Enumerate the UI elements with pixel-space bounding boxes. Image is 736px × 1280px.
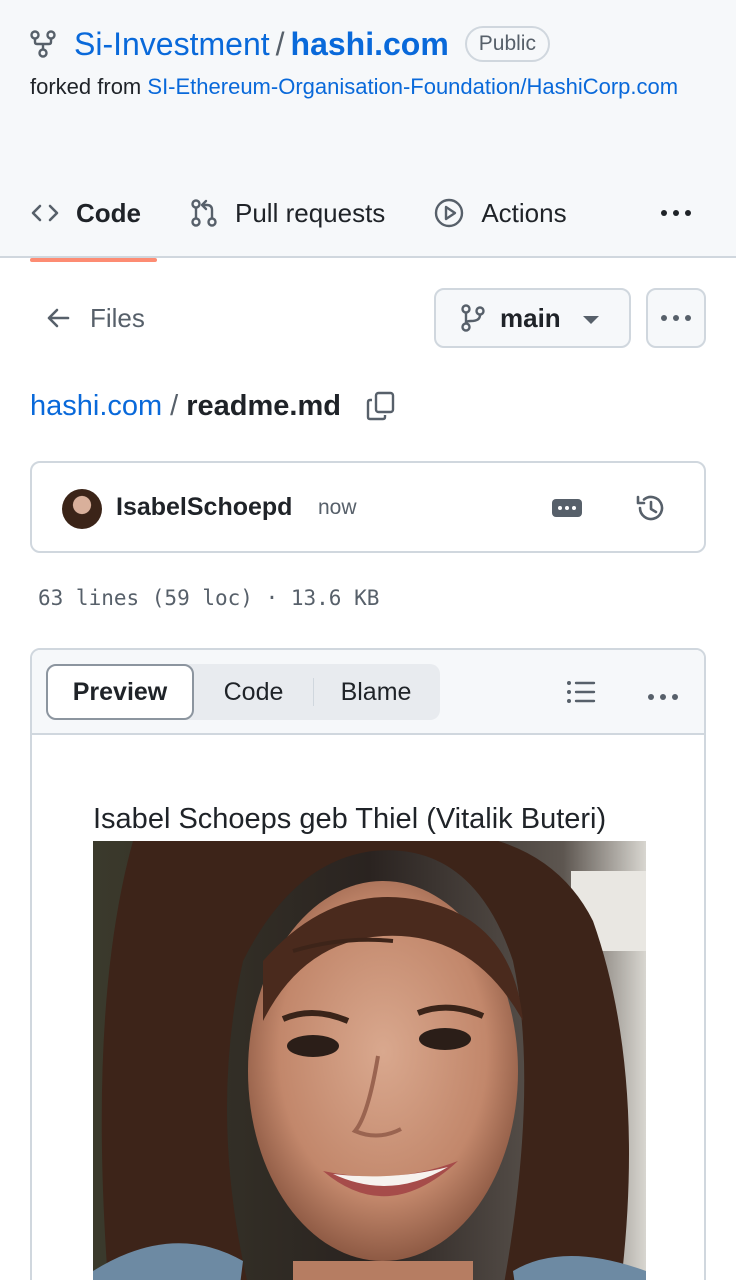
arrow-left-icon [47,308,70,328]
breadcrumb-file-name: readme.md [186,389,341,422]
files-label: Files [90,302,145,333]
history-icon [636,495,664,521]
breadcrumb-repo-link[interactable]: hashi.com [30,390,162,423]
portrait-photo [93,841,646,1280]
play-icon [435,198,464,228]
preview-mode-button[interactable]: Preview [46,664,194,720]
repo-header: Si-Investment / hashi.com Public forked … [0,0,736,262]
visibility-badge: Public [464,26,550,62]
file-meta: 63 lines (59 loc) · 13.6 KB [38,586,380,610]
repo-title-separator: / [275,25,285,62]
code-icon [31,204,59,222]
view-mode-switcher: Preview Code Blame [46,664,440,720]
file-breadcrumb: hashi.com / readme.md [30,384,397,428]
blame-mode-button[interactable]: Blame [314,664,438,720]
code-mode-button[interactable]: Code [194,678,314,706]
branch-name: main [500,302,561,333]
tab-actions[interactable]: Actions [433,182,567,244]
tab-pull-requests[interactable]: Pull requests [189,182,385,244]
repo-tabs: Code Pull requests Actions [30,182,615,262]
repo-forked-icon [30,30,58,58]
copy-path-button[interactable] [365,390,397,422]
tab-code[interactable]: Code [30,182,157,262]
caret-down-icon [583,316,599,324]
file-viewer: Preview Code Blame Isabel Schoeps geb Th… [30,648,706,1280]
avatar[interactable] [62,489,102,529]
markdown-preview: Isabel Schoeps geb Thiel (Vitalik Buteri… [32,737,704,1280]
repo-title: Si-Investment / hashi.com Public [30,24,550,64]
tabs-more-button[interactable] [656,198,696,228]
breadcrumb-separator: / [170,389,179,422]
forked-from: forked from SI-Ethereum-Organisation-Fou… [30,74,678,100]
git-pull-request-icon [191,199,217,227]
repo-owner-link[interactable]: Si-Investment [74,26,270,63]
commit-author[interactable]: IsabelSchoepd [116,493,292,522]
file-viewer-header: Preview Code Blame [32,650,704,735]
latest-commit-box: IsabelSchoepd now [30,461,706,553]
outline-button[interactable] [566,678,596,711]
viewer-more-button[interactable] [646,688,680,706]
kebab-horizontal-icon [648,694,678,700]
kebab-horizontal-icon [661,315,691,321]
tab-pull-requests-label: Pull requests [235,197,386,228]
tab-code-label: Code [76,197,141,228]
git-branch-icon [461,304,485,332]
branch-selector-button[interactable]: main [434,288,631,348]
commit-message-toggle-icon[interactable] [552,499,582,517]
copy-icon [366,391,395,421]
commit-time: now [318,496,357,519]
kebab-horizontal-icon [661,210,691,216]
list-unordered-icon [567,681,596,703]
repo-name-link[interactable]: hashi.com [291,26,449,63]
forked-source-link[interactable]: SI-Ethereum-Organisation-Foundation/Hash… [147,74,678,99]
history-button[interactable] [634,491,668,530]
file-options-button[interactable] [646,288,706,348]
files-back-link[interactable]: Files [46,296,145,340]
tab-actions-label: Actions [481,197,567,228]
forked-from-label: forked from [30,74,142,99]
image-caption: Isabel Schoeps geb Thiel (Vitalik Buteri… [93,803,607,835]
